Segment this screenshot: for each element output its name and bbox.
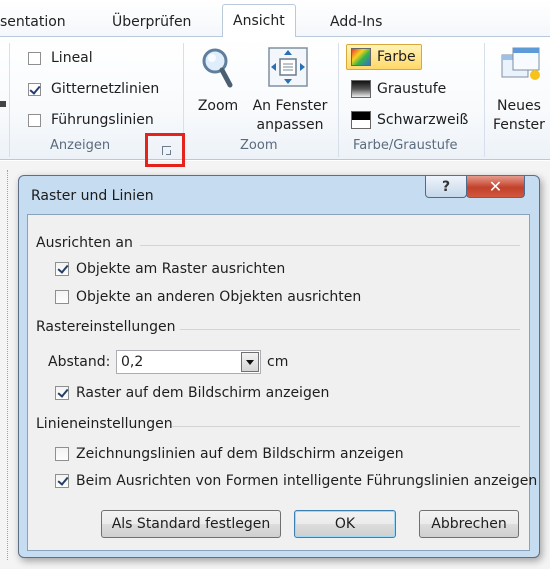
ribbon-tab-bar: sentation Überprüfen Ansicht Add-Ins bbox=[0, 0, 550, 37]
spacing-unit: cm bbox=[267, 354, 289, 370]
dialog-title: Raster und Linien bbox=[31, 188, 154, 204]
fit-to-window-icon[interactable] bbox=[266, 45, 310, 89]
guide-line bbox=[7, 170, 8, 560]
snap-to-objects-row[interactable]: Objekte an anderen Objekten ausrichten bbox=[55, 287, 361, 307]
lineal-checkbox-row[interactable]: Lineal bbox=[28, 48, 93, 68]
spacing-label: Abstand: bbox=[48, 354, 111, 370]
snap-to-objects-label: Objekte an anderen Objekten ausrichten bbox=[76, 289, 362, 305]
group-separator bbox=[9, 43, 10, 157]
new-window-label[interactable]: Neues Fenster bbox=[489, 97, 550, 135]
ok-button[interactable]: OK bbox=[294, 510, 396, 538]
snap-to-grid-label: Objekte am Raster ausrichten bbox=[76, 261, 286, 277]
farbe-button[interactable]: Farbe bbox=[346, 44, 422, 70]
tab-praesentation[interactable]: sentation bbox=[0, 8, 66, 36]
black-white-swatch-icon bbox=[351, 111, 371, 129]
group-separator bbox=[338, 43, 339, 157]
spacing-value: 0,2 bbox=[121, 354, 144, 370]
zoom-button-label[interactable]: Zoom bbox=[196, 97, 240, 116]
fuehrungslinien-label: Führungslinien bbox=[51, 112, 154, 128]
new-window-icon[interactable] bbox=[500, 45, 542, 85]
snap-to-grid-row[interactable]: Objekte am Raster ausrichten bbox=[55, 259, 285, 279]
group-label-zoom: Zoom bbox=[240, 138, 278, 153]
ribbon-panel: Lineal Gitternetzlinien Führungslinien A… bbox=[0, 36, 550, 160]
group-label-anzeigen: Anzeigen bbox=[50, 138, 111, 153]
grayscale-swatch-icon bbox=[351, 80, 371, 98]
section-title-rastereinstellungen: Rastereinstellungen bbox=[36, 319, 176, 335]
lineal-label: Lineal bbox=[51, 50, 93, 66]
graustufe-button[interactable]: Graustufe bbox=[351, 76, 446, 102]
fit-to-window-label[interactable]: An Fenster anpassen bbox=[250, 97, 330, 135]
smart-guides-checkbox[interactable] bbox=[55, 474, 69, 488]
show-grid-row[interactable]: Raster auf dem Bildschirm anzeigen bbox=[55, 383, 329, 403]
drawing-guides-checkbox[interactable] bbox=[55, 447, 69, 461]
chevron-down-icon[interactable] bbox=[241, 352, 259, 372]
show-grid-label: Raster auf dem Bildschirm anzeigen bbox=[76, 385, 330, 401]
fuehrungslinien-checkbox-row[interactable]: Führungslinien bbox=[28, 110, 154, 130]
raster-und-linien-dialog: Raster und Linien ? ✕ Ausrichten an Obje… bbox=[18, 175, 540, 558]
dialog-titlebar[interactable]: Raster und Linien ? ✕ bbox=[19, 176, 539, 214]
schwarzweiss-label: Schwarzweiß bbox=[377, 112, 469, 128]
lineal-checkbox[interactable] bbox=[28, 51, 41, 65]
smart-guides-label: Beim Ausrichten von Formen intelligente … bbox=[76, 473, 538, 489]
show-grid-checkbox[interactable] bbox=[55, 386, 69, 400]
section-divider bbox=[172, 426, 520, 427]
section-divider bbox=[140, 245, 520, 246]
new-window-label-line1: Neues bbox=[497, 98, 541, 114]
section-title-linieneinstellungen: Linieneinstellungen bbox=[36, 416, 173, 432]
schwarzweiss-button[interactable]: Schwarzweiß bbox=[351, 107, 468, 133]
fuehrungslinien-checkbox[interactable] bbox=[28, 113, 41, 127]
drawing-guides-row[interactable]: Zeichnungslinien auf dem Bildschirm anze… bbox=[55, 444, 404, 464]
group-separator bbox=[484, 43, 485, 157]
new-window-label-line2: Fenster bbox=[493, 117, 545, 133]
snap-to-grid-checkbox[interactable] bbox=[55, 262, 69, 276]
zoom-icon[interactable] bbox=[199, 45, 235, 95]
gitternetzlinien-label: Gitternetzlinien bbox=[51, 81, 160, 97]
color-swatch-icon bbox=[351, 48, 371, 66]
close-button[interactable]: ✕ bbox=[466, 176, 525, 198]
tab-ansicht[interactable]: Ansicht bbox=[222, 4, 296, 37]
cancel-button[interactable]: Abbrechen bbox=[419, 510, 519, 538]
set-as-default-button[interactable]: Als Standard festlegen bbox=[101, 510, 281, 538]
fit-to-window-label-line1: An Fenster bbox=[252, 98, 328, 114]
snap-to-objects-checkbox[interactable] bbox=[55, 290, 69, 304]
drawing-guides-label: Zeichnungslinien auf dem Bildschirm anze… bbox=[76, 446, 404, 462]
group-label-farbe-graustufe: Farbe/Graustufe bbox=[353, 138, 458, 153]
gitternetzlinien-checkbox[interactable] bbox=[28, 82, 41, 96]
section-title-ausrichten: Ausrichten an bbox=[36, 235, 133, 251]
dialog-client-area: Ausrichten an Objekte am Raster ausricht… bbox=[27, 214, 537, 551]
help-button[interactable]: ? bbox=[425, 176, 467, 198]
help-icon: ? bbox=[441, 178, 451, 195]
fit-to-window-label-line2: anpassen bbox=[256, 117, 324, 133]
highlight-box bbox=[145, 133, 185, 167]
gitternetzlinien-checkbox-row[interactable]: Gitternetzlinien bbox=[28, 79, 159, 99]
spacing-combobox[interactable]: 0,2 bbox=[116, 350, 261, 374]
close-icon: ✕ bbox=[488, 177, 503, 196]
graustufe-label: Graustufe bbox=[377, 81, 447, 97]
smart-guides-row[interactable]: Beim Ausrichten von Formen intelligente … bbox=[55, 471, 537, 491]
farbe-label: Farbe bbox=[377, 49, 416, 65]
tab-add-ins[interactable]: Add-Ins bbox=[330, 8, 382, 36]
partial-icon bbox=[0, 101, 6, 107]
tab-ueberpruefen[interactable]: Überprüfen bbox=[112, 8, 191, 36]
section-divider bbox=[180, 329, 520, 330]
